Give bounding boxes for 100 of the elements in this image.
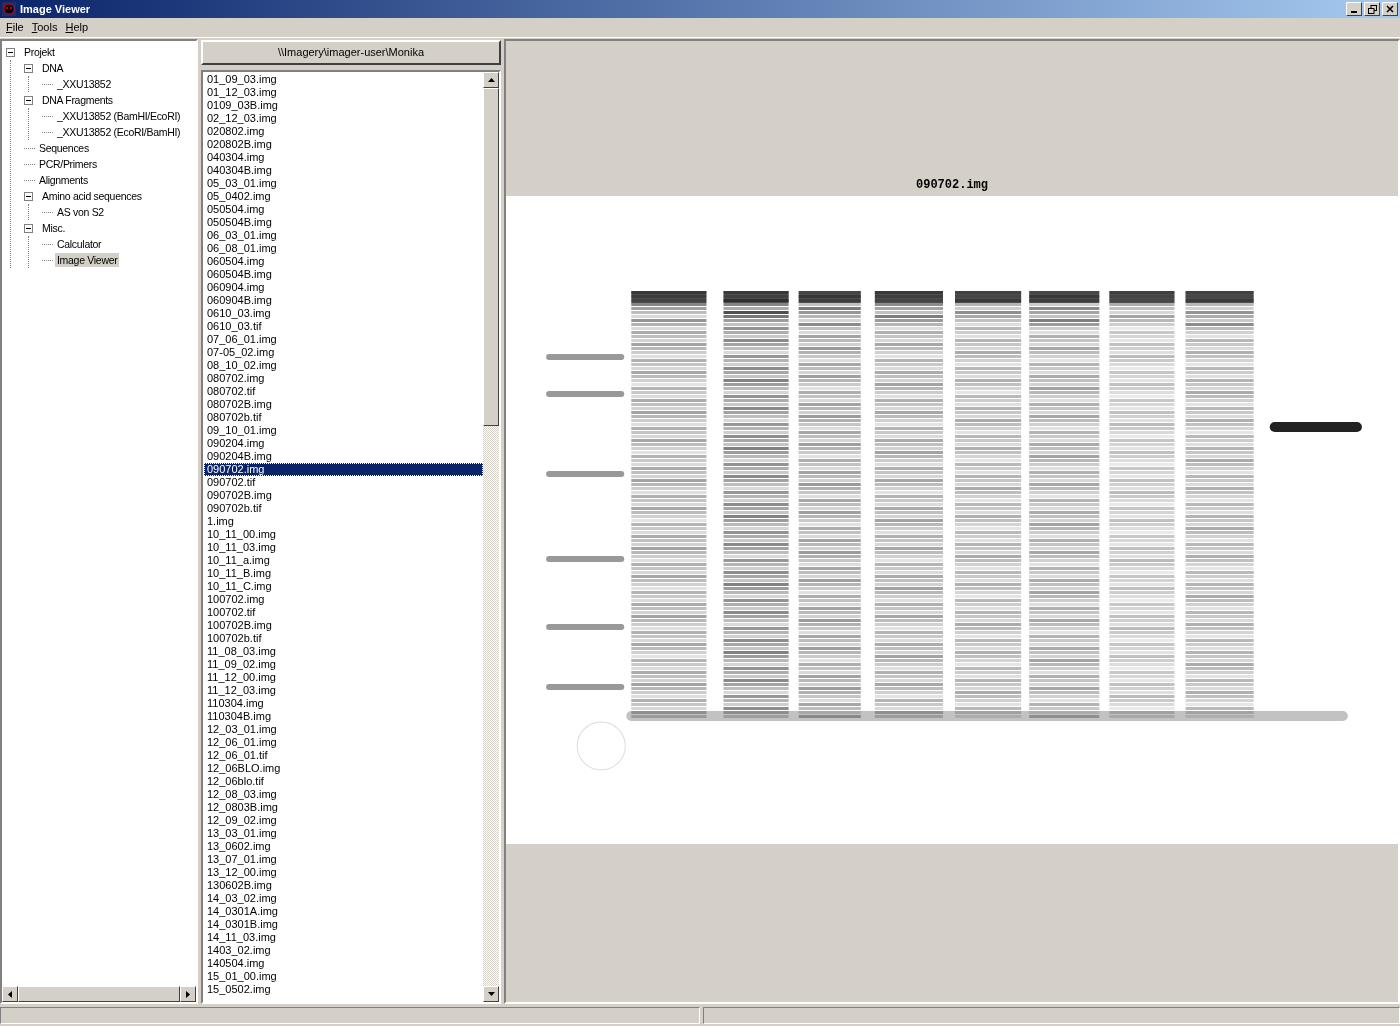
file-list-item[interactable]: 06_08_01.img <box>204 242 483 255</box>
restore-button[interactable] <box>1364 2 1380 16</box>
file-list-item[interactable]: 040304.img <box>204 151 483 164</box>
file-list-item[interactable]: 12_06_01.img <box>204 736 483 749</box>
file-list-item[interactable]: 040304B.img <box>204 164 483 177</box>
file-list-item[interactable]: 10_11_00.img <box>204 528 483 541</box>
file-list-item[interactable]: 11_12_03.img <box>204 684 483 697</box>
scroll-left-button[interactable] <box>2 986 18 1002</box>
file-list-item[interactable]: 09_10_01.img <box>204 424 483 437</box>
tree-item[interactable]: Alignments <box>37 173 90 187</box>
expander-icon[interactable] <box>24 223 33 233</box>
file-list-item[interactable]: 100702.tif <box>204 606 483 619</box>
file-list-item[interactable]: 100702b.tif <box>204 632 483 645</box>
tree-item[interactable]: _XXU13852 (EcoRI/BamHI) <box>55 125 183 139</box>
file-list-item[interactable]: 14_03_02.img <box>204 892 483 905</box>
scrollbar-thumb[interactable] <box>18 986 180 1002</box>
file-list-item[interactable]: 13_07_01.img <box>204 853 483 866</box>
file-list-item[interactable]: 12_09_02.img <box>204 814 483 827</box>
tree-item[interactable]: DNA Fragments <box>40 93 115 107</box>
folder-path-header[interactable]: \\Imagery\imager-user\Monika <box>201 40 501 65</box>
tree-item[interactable]: Projekt <box>22 45 57 59</box>
file-list-item[interactable]: 10_11_a.img <box>204 554 483 567</box>
file-list-item[interactable]: 15_01_00.img <box>204 970 483 983</box>
file-list-item[interactable]: 060904.img <box>204 281 483 294</box>
minimize-button[interactable] <box>1346 2 1362 16</box>
file-list-item[interactable]: 060504B.img <box>204 268 483 281</box>
scroll-right-button[interactable] <box>180 986 196 1002</box>
close-button[interactable] <box>1382 2 1398 16</box>
file-list-item[interactable]: 090702B.img <box>204 489 483 502</box>
file-list-item[interactable]: 05_0402.img <box>204 190 483 203</box>
file-list-item[interactable]: 12_03_01.img <box>204 723 483 736</box>
tree-item[interactable]: Image Viewer <box>55 253 120 267</box>
file-list-item[interactable]: 090204.img <box>204 437 483 450</box>
file-list-item[interactable]: 15_0502.img <box>204 983 483 996</box>
tree-item[interactable]: _XXU13852 (BamHI/EcoRI) <box>55 109 183 123</box>
file-list-item[interactable]: 110304.img <box>204 697 483 710</box>
file-list-item[interactable]: 110304B.img <box>204 710 483 723</box>
tree-item[interactable]: Calculator <box>55 237 104 251</box>
menu-item[interactable]: File <box>2 19 28 36</box>
file-list-item[interactable]: 12_0803B.img <box>204 801 483 814</box>
file-list-item[interactable]: 100702.img <box>204 593 483 606</box>
file-list-item[interactable]: 13_03_01.img <box>204 827 483 840</box>
expander-icon[interactable] <box>6 47 15 57</box>
file-list-item[interactable]: 020802B.img <box>204 138 483 151</box>
tree-item[interactable]: DNA <box>40 61 66 75</box>
file-list-item[interactable]: 13_0602.img <box>204 840 483 853</box>
file-list-item[interactable]: 080702b.tif <box>204 411 483 424</box>
file-list-item[interactable]: 11_12_00.img <box>204 671 483 684</box>
tree-item[interactable]: Sequences <box>37 141 91 155</box>
file-list-item[interactable]: 12_06blo.tif <box>204 775 483 788</box>
file-list-item[interactable]: 090702.tif <box>204 476 483 489</box>
tree-item[interactable]: _XXU13852 <box>55 77 113 91</box>
file-list-item[interactable]: 080702.tif <box>204 385 483 398</box>
tree-item[interactable]: PCR/Primers <box>37 157 99 171</box>
file-list-item[interactable]: 050504.img <box>204 203 483 216</box>
file-list-item[interactable]: 090204B.img <box>204 450 483 463</box>
file-list-item[interactable]: 11_09_02.img <box>204 658 483 671</box>
file-list-item[interactable]: 10_11_B.img <box>204 567 483 580</box>
file-list-item[interactable]: 08_10_02.img <box>204 359 483 372</box>
file-list-item[interactable]: 05_03_01.img <box>204 177 483 190</box>
expander-icon[interactable] <box>24 191 33 201</box>
file-list-item[interactable]: 050504B.img <box>204 216 483 229</box>
file-list-item[interactable]: 07-05_02.img <box>204 346 483 359</box>
file-list-item[interactable]: 060904B.img <box>204 294 483 307</box>
file-list-item[interactable]: 06_03_01.img <box>204 229 483 242</box>
file-list-item[interactable]: 090702b.tif <box>204 502 483 515</box>
file-list-item[interactable]: 0109_03B.img <box>204 99 483 112</box>
file-list-item[interactable]: 01_09_03.img <box>204 73 483 86</box>
tree-item[interactable]: AS von S2 <box>55 205 106 219</box>
file-list-item[interactable]: 10_11_03.img <box>204 541 483 554</box>
scroll-down-button[interactable] <box>483 986 499 1002</box>
file-list-item[interactable]: 13_12_00.img <box>204 866 483 879</box>
tree-item[interactable]: Misc. <box>40 221 67 235</box>
expander-icon[interactable] <box>24 63 33 73</box>
tree-item[interactable]: Amino acid sequences <box>40 189 144 203</box>
file-list-item[interactable]: 060504.img <box>204 255 483 268</box>
file-list-item[interactable]: 12_06_01.tif <box>204 749 483 762</box>
file-list-item[interactable]: 11_08_03.img <box>204 645 483 658</box>
file-list-item[interactable]: 130602B.img <box>204 879 483 892</box>
file-list-item[interactable]: 020802.img <box>204 125 483 138</box>
file-list-item[interactable]: 140504.img <box>204 957 483 970</box>
file-list-item[interactable]: 1.img <box>204 515 483 528</box>
file-list-item[interactable]: 01_12_03.img <box>204 86 483 99</box>
scroll-up-button[interactable] <box>483 72 499 88</box>
scrollbar-thumb[interactable] <box>483 88 499 426</box>
file-list-item[interactable]: 12_06BLO.img <box>204 762 483 775</box>
menu-item[interactable]: Help <box>61 19 93 36</box>
file-list-item[interactable]: 090702.img <box>204 463 483 476</box>
file-list-item[interactable]: 1403_02.img <box>204 944 483 957</box>
file-list-item[interactable]: 10_11_C.img <box>204 580 483 593</box>
file-list-item[interactable]: 080702.img <box>204 372 483 385</box>
expander-icon[interactable] <box>24 95 33 105</box>
file-list-item[interactable]: 100702B.img <box>204 619 483 632</box>
file-list-item[interactable]: 0610_03.tif <box>204 320 483 333</box>
file-list-item[interactable]: 080702B.img <box>204 398 483 411</box>
menu-item[interactable]: Tools <box>27 19 62 36</box>
file-list-item[interactable]: 07_06_01.img <box>204 333 483 346</box>
file-list-item[interactable]: 14_0301B.img <box>204 918 483 931</box>
file-list-item[interactable]: 12_08_03.img <box>204 788 483 801</box>
file-list-item[interactable]: 14_11_03.img <box>204 931 483 944</box>
